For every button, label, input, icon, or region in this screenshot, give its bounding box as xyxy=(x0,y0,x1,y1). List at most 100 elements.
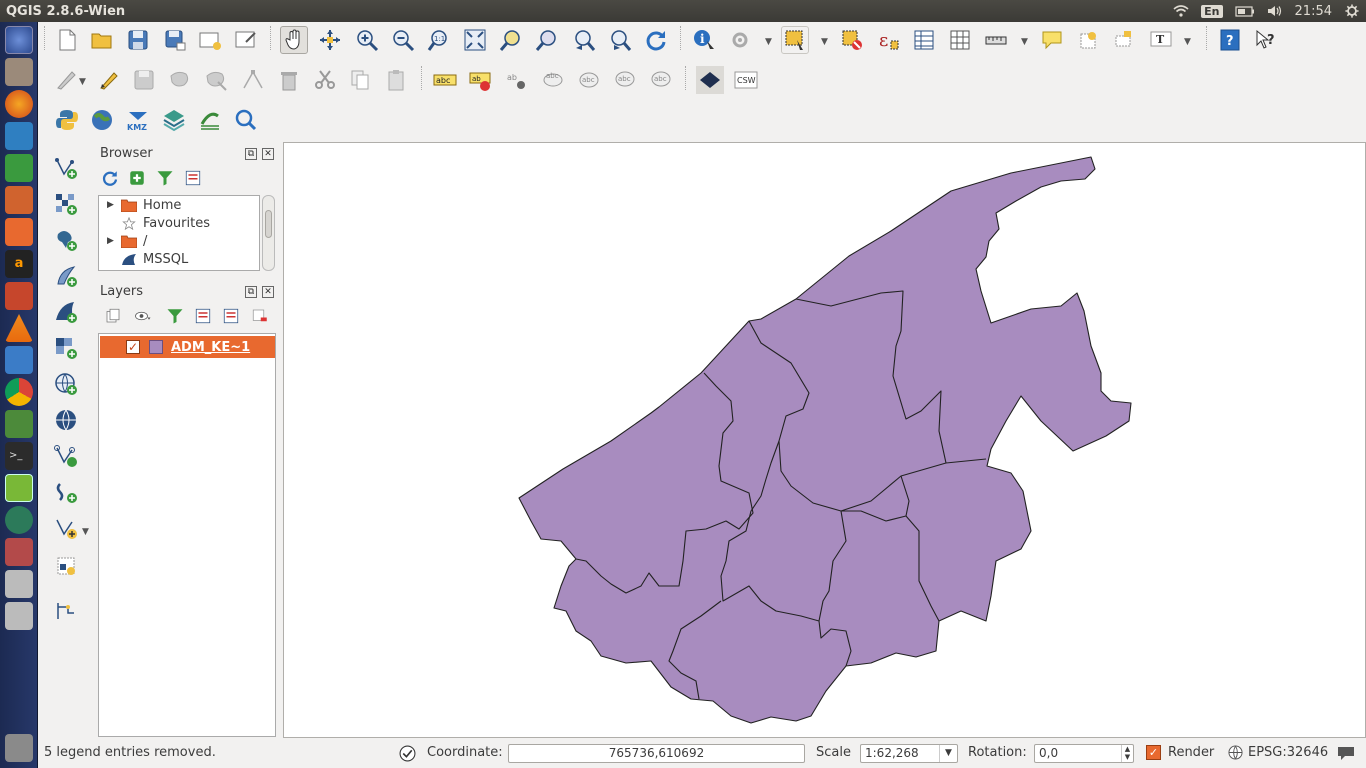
layer-row[interactable]: ✓ ADM_KE~1 xyxy=(100,336,275,358)
photos-icon[interactable] xyxy=(5,346,33,374)
add-feature-icon[interactable] xyxy=(166,66,194,94)
refresh-icon[interactable] xyxy=(642,26,670,54)
volume-icon[interactable] xyxy=(1267,4,1283,18)
node-tool-icon[interactable] xyxy=(239,66,267,94)
layer-labeling-icon[interactable]: abc xyxy=(431,66,459,94)
battery-icon[interactable] xyxy=(1234,4,1255,18)
settings-icon[interactable] xyxy=(5,282,33,310)
chevron-down-icon[interactable]: ▼ xyxy=(939,745,957,762)
zoom-full-icon[interactable] xyxy=(461,26,489,54)
browser-float-button[interactable]: ⧉ xyxy=(245,148,257,160)
attribute-table-icon[interactable] xyxy=(910,26,938,54)
rotate-label-icon[interactable]: abc xyxy=(647,66,675,94)
new-layer-dropdown-icon[interactable]: ▼ xyxy=(82,527,89,537)
open-project-icon[interactable] xyxy=(88,26,116,54)
georeferencer-plugin-icon[interactable] xyxy=(196,106,224,134)
composer-manager-icon[interactable] xyxy=(232,26,260,54)
add-delimited-text-layer-icon[interactable] xyxy=(52,478,80,506)
cut-features-icon[interactable] xyxy=(311,66,339,94)
new-print-composer-icon[interactable] xyxy=(196,26,224,54)
label-diagram-icon[interactable]: ab xyxy=(467,66,495,94)
filter-legend-icon[interactable] xyxy=(161,302,189,330)
tree-item-home[interactable]: ▶ Home xyxy=(99,196,181,214)
vlc-icon[interactable] xyxy=(5,314,33,342)
remove-layer-icon[interactable] xyxy=(246,302,274,330)
browser-close-button[interactable]: ✕ xyxy=(262,148,274,160)
move-label-icon[interactable]: abc xyxy=(611,66,639,94)
metasearch-icon[interactable] xyxy=(696,66,724,94)
layers-close-button[interactable]: ✕ xyxy=(262,286,274,298)
add-group-icon[interactable] xyxy=(99,302,127,330)
measure-line-icon[interactable] xyxy=(982,26,1010,54)
field-calculator-icon[interactable] xyxy=(946,26,974,54)
crs-label[interactable]: EPSG:32646 xyxy=(1248,745,1328,760)
pan-map-icon[interactable] xyxy=(280,26,308,54)
trash-icon[interactable] xyxy=(5,734,33,762)
browser-collapse-all-icon[interactable] xyxy=(179,164,207,192)
toggle-editing-icon[interactable] xyxy=(95,66,123,94)
current-edits-icon[interactable] xyxy=(52,66,80,94)
browser-add-layer-icon[interactable] xyxy=(123,164,151,192)
tree-item-favourites[interactable]: Favourites xyxy=(99,214,210,232)
select-dropdown-icon[interactable]: ▼ xyxy=(821,37,828,47)
drive-icon[interactable] xyxy=(5,538,33,566)
browser-refresh-icon[interactable] xyxy=(96,164,124,192)
zoom-in-icon[interactable] xyxy=(353,26,381,54)
coordinate-field[interactable]: 765736,610692 xyxy=(508,744,805,763)
map-canvas[interactable] xyxy=(283,142,1366,738)
layer-visibility-checkbox[interactable]: ✓ xyxy=(126,340,140,354)
impress-icon[interactable] xyxy=(5,186,33,214)
save-as-icon[interactable] xyxy=(161,26,189,54)
layer-stack-plugin-icon[interactable] xyxy=(160,106,188,134)
keyboard-layout-indicator[interactable]: En xyxy=(1201,4,1223,18)
whats-this-icon[interactable]: ? xyxy=(1252,26,1280,54)
collapse-all-icon[interactable] xyxy=(217,302,245,330)
add-wcs-layer-icon[interactable] xyxy=(52,406,80,434)
help-contents-icon[interactable]: ? xyxy=(1216,26,1244,54)
editor-icon[interactable] xyxy=(5,410,33,438)
new-project-icon[interactable] xyxy=(53,26,81,54)
deselect-features-icon[interactable] xyxy=(838,26,866,54)
browser-scrollbar[interactable] xyxy=(262,195,275,271)
zoom-to-layer-icon[interactable] xyxy=(533,26,561,54)
text-annotation-icon[interactable]: T xyxy=(1147,26,1175,54)
copy-features-icon[interactable] xyxy=(346,66,374,94)
zoom-last-icon[interactable] xyxy=(570,26,598,54)
disk2-icon[interactable] xyxy=(5,602,33,630)
amazon-icon[interactable]: a xyxy=(5,250,33,278)
dash-home-icon[interactable] xyxy=(5,26,33,54)
add-mssql-layer-icon[interactable] xyxy=(52,298,80,326)
zoom-out-icon[interactable] xyxy=(389,26,417,54)
writer-icon[interactable] xyxy=(5,122,33,150)
add-gpx-layer-icon[interactable] xyxy=(52,597,80,625)
delete-selected-icon[interactable] xyxy=(275,66,303,94)
add-wfs-layer-icon[interactable] xyxy=(52,442,80,470)
chrome-icon[interactable] xyxy=(5,378,33,406)
map-tips-icon[interactable] xyxy=(1038,26,1066,54)
add-vector-layer-icon[interactable] xyxy=(52,154,80,182)
geocoding-plugin-icon[interactable] xyxy=(232,106,260,134)
wifi-icon[interactable] xyxy=(1173,4,1189,18)
show-bookmarks-icon[interactable] xyxy=(1110,26,1138,54)
python-console-icon[interactable] xyxy=(53,106,81,134)
pan-to-selection-icon[interactable] xyxy=(316,26,344,54)
layers-float-button[interactable]: ⧉ xyxy=(245,286,257,298)
annotation-dropdown-icon[interactable]: ▼ xyxy=(1184,37,1191,47)
new-bookmark-icon[interactable] xyxy=(1075,26,1103,54)
calc-icon[interactable] xyxy=(5,154,33,182)
add-raster-layer-icon[interactable] xyxy=(52,190,80,218)
action-dropdown-icon[interactable]: ▼ xyxy=(765,37,772,47)
current-edits-dropdown-icon[interactable]: ▼ xyxy=(79,77,86,87)
qgis-icon[interactable] xyxy=(5,474,33,502)
save-project-icon[interactable] xyxy=(124,26,152,54)
openlayers-icon[interactable] xyxy=(88,106,116,134)
expand-arrow-icon[interactable]: ▶ xyxy=(107,200,117,210)
browser-tree[interactable]: ▶ Home Favourites ▶ / MSSQL xyxy=(98,195,260,271)
select-features-icon[interactable] xyxy=(781,26,809,54)
software-center-icon[interactable] xyxy=(5,218,33,246)
zoom-to-selection-icon[interactable] xyxy=(497,26,525,54)
new-shapefile-layer-icon[interactable] xyxy=(52,514,80,542)
add-postgis-layer-icon[interactable] xyxy=(52,226,80,254)
firefox-icon[interactable] xyxy=(5,90,33,118)
scale-combobox[interactable]: 1:62,268 ▼ xyxy=(860,744,958,763)
